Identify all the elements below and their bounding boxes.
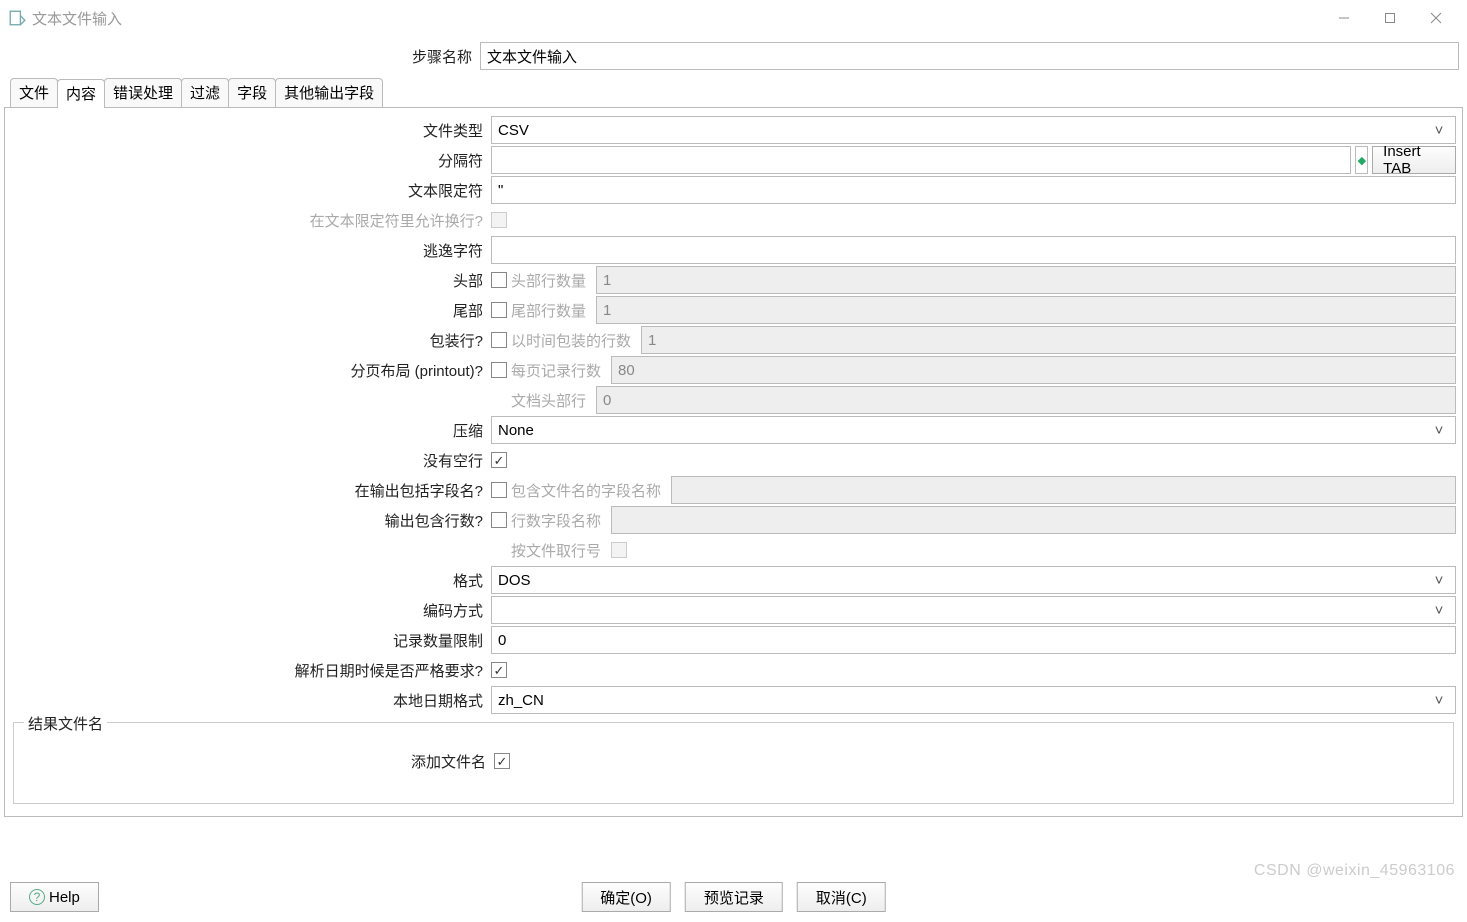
- header-checkbox[interactable]: [491, 272, 507, 288]
- separator-label: 分隔符: [11, 150, 491, 171]
- wrapped-label: 包装行?: [11, 330, 491, 351]
- paged-label: 分页布局 (printout)?: [11, 360, 491, 381]
- header-label: 头部: [11, 270, 491, 291]
- footer-label: 尾部: [11, 300, 491, 321]
- fieldname-input: [671, 476, 1456, 504]
- tab-file[interactable]: 文件: [10, 78, 58, 107]
- chevron-down-icon: ˅: [1429, 122, 1449, 139]
- wrapped-lines-input: [641, 326, 1456, 354]
- text-qualifier-label: 文本限定符: [11, 180, 491, 201]
- no-empty-lines-checkbox[interactable]: [491, 452, 507, 468]
- wrapped-checkbox[interactable]: [491, 332, 507, 348]
- footer-checkbox[interactable]: [491, 302, 507, 318]
- tab-other[interactable]: 其他输出字段: [275, 78, 383, 107]
- tab-filter[interactable]: 过滤: [181, 78, 229, 107]
- tab-fields[interactable]: 字段: [228, 78, 276, 107]
- tab-error[interactable]: 错误处理: [104, 78, 182, 107]
- maximize-button[interactable]: [1367, 2, 1413, 34]
- allow-newline-label: 在文本限定符里允许换行?: [11, 210, 491, 231]
- result-filename-group: 结果文件名 添加文件名: [13, 722, 1454, 804]
- wrapped-sublabel: 以时间包装的行数: [511, 330, 637, 351]
- titlebar: 文本文件输入: [0, 0, 1467, 36]
- include-rownum-label: 输出包含行数?: [11, 510, 491, 531]
- help-icon: ?: [29, 889, 45, 905]
- app-icon: [8, 9, 26, 27]
- insert-tab-button[interactable]: Insert TAB: [1372, 146, 1456, 174]
- chevron-down-icon: ˅: [1429, 602, 1449, 619]
- paged-lines-input: [611, 356, 1456, 384]
- add-filename-checkbox[interactable]: [494, 753, 510, 769]
- separator-input[interactable]: [491, 146, 1351, 174]
- chevron-down-icon: ˅: [1429, 572, 1449, 589]
- variable-picker-icon[interactable]: ◆: [1355, 146, 1368, 174]
- content-panel: 文件类型 CSV ˅ 分隔符 ◆ Insert TAB 文本限定符 在文本限定符…: [4, 108, 1463, 817]
- step-name-input[interactable]: [480, 42, 1459, 70]
- file-type-select[interactable]: CSV ˅: [491, 116, 1456, 144]
- compression-label: 压缩: [11, 420, 491, 441]
- window-title: 文本文件输入: [32, 8, 122, 29]
- strict-date-label: 解析日期时候是否严格要求?: [11, 660, 491, 681]
- chevron-down-icon: ˅: [1429, 422, 1449, 439]
- include-rownum-checkbox[interactable]: [491, 512, 507, 528]
- add-filename-label: 添加文件名: [22, 751, 494, 772]
- footer-lines-input: [596, 296, 1456, 324]
- escape-char-input[interactable]: [491, 236, 1456, 264]
- locale-label: 本地日期格式: [11, 690, 491, 711]
- tab-content[interactable]: 内容: [57, 79, 105, 108]
- footer-sublabel: 尾部行数量: [511, 300, 592, 321]
- rownum-sublabel: 行数字段名称: [511, 510, 607, 531]
- allow-newline-checkbox: [491, 212, 507, 228]
- file-type-label: 文件类型: [11, 120, 491, 141]
- tab-bar: 文件 内容 错误处理 过滤 字段 其他输出字段: [4, 80, 1463, 108]
- chevron-down-icon: ˅: [1429, 692, 1449, 709]
- help-label: Help: [49, 889, 80, 906]
- file-type-value: CSV: [498, 122, 529, 139]
- locale-value: zh_CN: [498, 692, 544, 709]
- preview-button[interactable]: 预览记录: [685, 882, 783, 912]
- ok-button[interactable]: 确定(O): [581, 882, 671, 912]
- header-sublabel: 头部行数量: [511, 270, 592, 291]
- watermark: CSDN @weixin_45963106: [1254, 862, 1455, 880]
- include-fieldname-checkbox[interactable]: [491, 482, 507, 498]
- locale-select[interactable]: zh_CN ˅: [491, 686, 1456, 714]
- close-button[interactable]: [1413, 2, 1459, 34]
- include-fieldname-sublabel: 包含文件名的字段名称: [511, 480, 667, 501]
- row-limit-label: 记录数量限制: [11, 630, 491, 651]
- paged-sublabel: 每页记录行数: [511, 360, 607, 381]
- include-fieldname-label: 在输出包括字段名?: [11, 480, 491, 501]
- doc-header-sublabel: 文档头部行: [511, 390, 592, 411]
- rownum-per-file-label: 按文件取行号: [511, 540, 607, 561]
- doc-header-input: [596, 386, 1456, 414]
- escape-char-label: 逃逸字符: [11, 240, 491, 261]
- step-name-label: 步骤名称: [0, 46, 480, 67]
- cancel-button[interactable]: 取消(C): [797, 882, 886, 912]
- format-select[interactable]: DOS ˅: [491, 566, 1456, 594]
- format-label: 格式: [11, 570, 491, 591]
- row-limit-input[interactable]: [491, 626, 1456, 654]
- compression-select[interactable]: None ˅: [491, 416, 1456, 444]
- encoding-label: 编码方式: [11, 600, 491, 621]
- result-filename-legend: 结果文件名: [24, 713, 107, 734]
- minimize-button[interactable]: [1321, 2, 1367, 34]
- text-qualifier-input[interactable]: [491, 176, 1456, 204]
- strict-date-checkbox[interactable]: [491, 662, 507, 678]
- help-button[interactable]: ? Help: [10, 882, 99, 912]
- rownum-input: [611, 506, 1456, 534]
- rownum-per-file-checkbox: [611, 542, 627, 558]
- compression-value: None: [498, 422, 534, 439]
- encoding-select[interactable]: ˅: [491, 596, 1456, 624]
- step-name-row: 步骤名称: [0, 36, 1467, 76]
- no-empty-lines-label: 没有空行: [11, 450, 491, 471]
- header-lines-input: [596, 266, 1456, 294]
- paged-checkbox[interactable]: [491, 362, 507, 378]
- bottom-bar: ? Help 确定(O) 预览记录 取消(C): [0, 882, 1467, 912]
- format-value: DOS: [498, 572, 531, 589]
